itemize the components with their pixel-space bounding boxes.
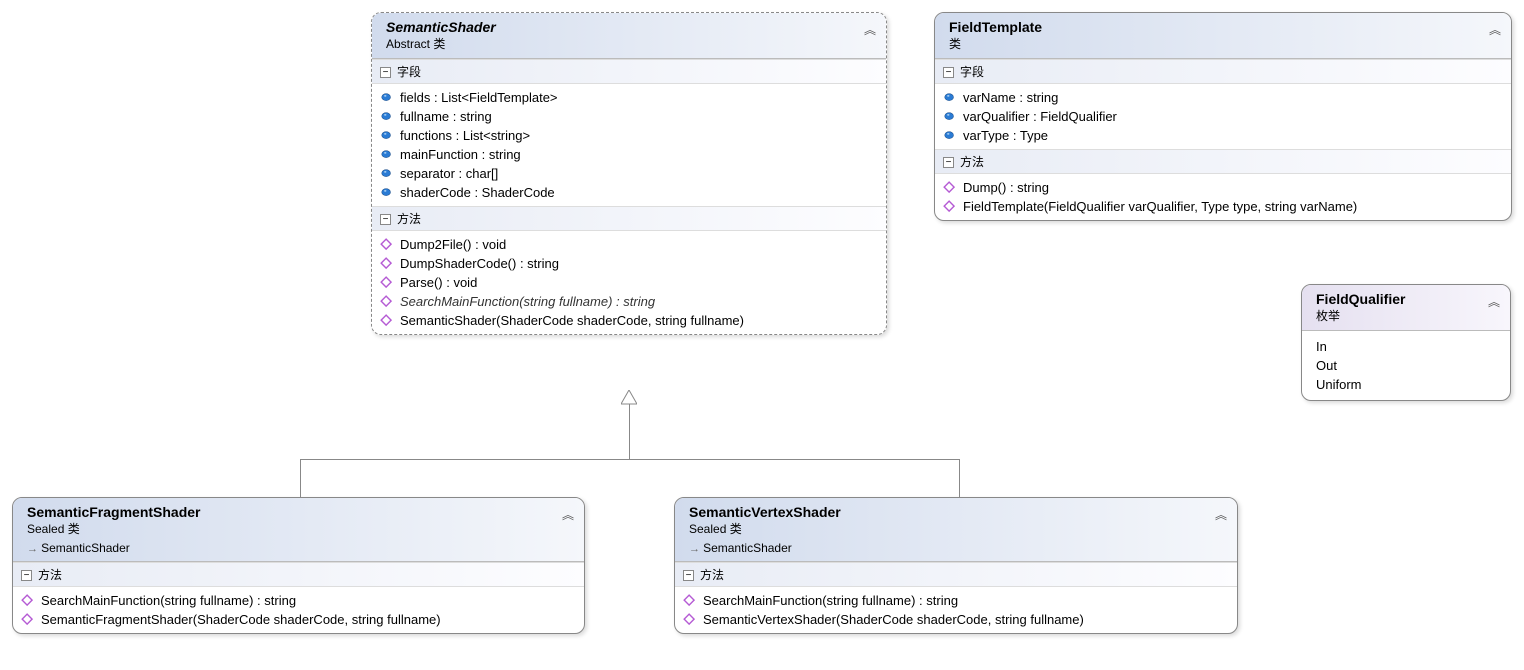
field-icon: [380, 186, 394, 200]
method-item: DumpShaderCode() : string: [372, 254, 886, 273]
field-icon: [380, 91, 394, 105]
section-label: 方法: [700, 568, 724, 582]
field-icon: [380, 167, 394, 181]
section-header-methods: −方法: [13, 562, 584, 587]
class-box-vertex-shader: SemanticVertexShader Sealed 类 SemanticSh…: [674, 497, 1238, 634]
toggle-icon[interactable]: −: [380, 214, 391, 225]
class-box-field-template: FieldTemplate 类 ︽ −字段 varName : string v…: [934, 12, 1512, 221]
field-icon: [380, 110, 394, 124]
method-item: FieldTemplate(FieldQualifier varQualifie…: [935, 197, 1511, 216]
toggle-icon[interactable]: −: [683, 570, 694, 581]
method-item: SearchMainFunction(string fullname) : st…: [675, 591, 1237, 610]
class-title: SemanticFragmentShader: [27, 504, 574, 520]
method-item: Parse() : void: [372, 273, 886, 292]
method-icon: [380, 238, 394, 252]
fields-list: fields : List<FieldTemplate> fullname : …: [372, 84, 886, 206]
field-item: separator : char[]: [372, 164, 886, 183]
method-icon: [380, 314, 394, 328]
field-item: mainFunction : string: [372, 145, 886, 164]
methods-list: SearchMainFunction(string fullname) : st…: [675, 587, 1237, 633]
section-header-fields: −字段: [372, 59, 886, 84]
field-item: fields : List<FieldTemplate>: [372, 88, 886, 107]
collapse-icon[interactable]: ︽: [864, 21, 876, 38]
enum-subtitle: 枚举: [1316, 307, 1500, 324]
section-header-fields: −字段: [935, 59, 1511, 84]
methods-list: SearchMainFunction(string fullname) : st…: [13, 587, 584, 633]
method-item: SemanticFragmentShader(ShaderCode shader…: [13, 610, 584, 629]
field-icon: [943, 129, 957, 143]
method-item: SearchMainFunction(string fullname) : st…: [372, 292, 886, 311]
enum-value: Uniform: [1316, 375, 1496, 394]
class-title: FieldTemplate: [949, 19, 1501, 35]
connector-line: [300, 459, 960, 460]
field-item: functions : List<string>: [372, 126, 886, 145]
method-icon: [380, 276, 394, 290]
method-icon: [943, 200, 957, 214]
class-box-fragment-shader: SemanticFragmentShader Sealed 类 Semantic…: [12, 497, 585, 634]
fields-list: varName : string varQualifier : FieldQua…: [935, 84, 1511, 149]
collapse-icon[interactable]: ︽: [1489, 21, 1501, 38]
collapse-icon[interactable]: ︽: [1488, 293, 1500, 310]
class-title: SemanticShader: [386, 19, 876, 35]
method-icon: [21, 613, 35, 627]
connector-line: [629, 404, 630, 459]
class-subtitle: 类: [949, 35, 1501, 52]
toggle-icon[interactable]: −: [21, 570, 32, 581]
method-icon: [380, 257, 394, 271]
toggle-icon[interactable]: −: [380, 67, 391, 78]
field-item: varQualifier : FieldQualifier: [935, 107, 1511, 126]
methods-list: Dump2File() : void DumpShaderCode() : st…: [372, 231, 886, 334]
method-item: SemanticShader(ShaderCode shaderCode, st…: [372, 311, 886, 330]
header: SemanticVertexShader Sealed 类 SemanticSh…: [675, 498, 1237, 562]
inherits-label: SemanticShader: [689, 541, 1227, 555]
method-icon: [683, 613, 697, 627]
enum-box-field-qualifier: FieldQualifier 枚举 ︽ In Out Uniform: [1301, 284, 1511, 401]
methods-list: Dump() : string FieldTemplate(FieldQuali…: [935, 174, 1511, 220]
method-item: SemanticVertexShader(ShaderCode shaderCo…: [675, 610, 1237, 629]
section-label: 字段: [960, 65, 984, 79]
method-icon: [380, 295, 394, 309]
field-icon: [380, 148, 394, 162]
header: SemanticShader Abstract 类 ︽: [372, 13, 886, 59]
field-icon: [380, 129, 394, 143]
field-item: shaderCode : ShaderCode: [372, 183, 886, 202]
collapse-icon[interactable]: ︽: [562, 506, 574, 523]
section-header-methods: −方法: [372, 206, 886, 231]
class-subtitle: Abstract 类: [386, 35, 876, 52]
header: FieldQualifier 枚举 ︽: [1302, 285, 1510, 331]
section-header-methods: −方法: [935, 149, 1511, 174]
class-box-semantic-shader: SemanticShader Abstract 类 ︽ −字段 fields :…: [371, 12, 887, 335]
field-item: fullname : string: [372, 107, 886, 126]
class-title: SemanticVertexShader: [689, 504, 1227, 520]
toggle-icon[interactable]: −: [943, 67, 954, 78]
enum-value: Out: [1316, 356, 1496, 375]
field-item: varType : Type: [935, 126, 1511, 145]
method-item: Dump2File() : void: [372, 235, 886, 254]
section-header-methods: −方法: [675, 562, 1237, 587]
field-icon: [943, 91, 957, 105]
method-icon: [943, 181, 957, 195]
section-label: 字段: [397, 65, 421, 79]
class-subtitle: Sealed 类: [689, 520, 1227, 537]
section-label: 方法: [38, 568, 62, 582]
section-label: 方法: [397, 212, 421, 226]
field-item: varName : string: [935, 88, 1511, 107]
header: SemanticFragmentShader Sealed 类 Semantic…: [13, 498, 584, 562]
section-label: 方法: [960, 155, 984, 169]
method-icon: [683, 594, 697, 608]
toggle-icon[interactable]: −: [943, 157, 954, 168]
enum-title: FieldQualifier: [1316, 291, 1500, 307]
connector-line: [959, 459, 960, 497]
class-subtitle: Sealed 类: [27, 520, 574, 537]
header: FieldTemplate 类 ︽: [935, 13, 1511, 59]
field-icon: [943, 110, 957, 124]
enum-values: In Out Uniform: [1302, 331, 1510, 400]
inherits-label: SemanticShader: [27, 541, 574, 555]
collapse-icon[interactable]: ︽: [1215, 506, 1227, 523]
enum-value: In: [1316, 337, 1496, 356]
method-item: SearchMainFunction(string fullname) : st…: [13, 591, 584, 610]
connector-line: [300, 459, 301, 497]
method-item: Dump() : string: [935, 178, 1511, 197]
method-icon: [21, 594, 35, 608]
